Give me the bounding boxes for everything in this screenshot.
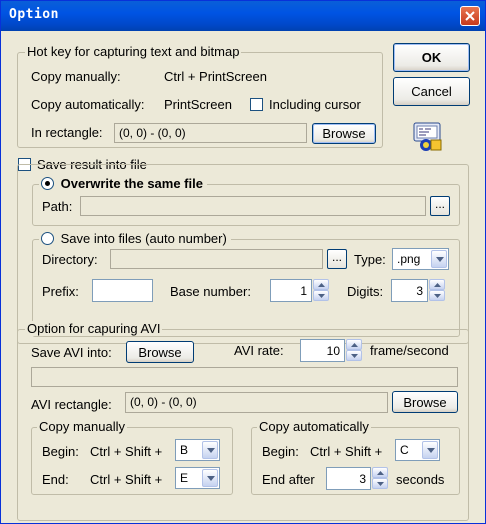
- prefix-input[interactable]: [92, 279, 153, 302]
- auto-begin-key-select[interactable]: C: [395, 439, 440, 461]
- arrow-down-icon: [377, 482, 384, 486]
- manual-end-label: End:: [42, 472, 69, 487]
- auto-number-label[interactable]: Save into files (auto number): [61, 231, 227, 246]
- avi-rate-up[interactable]: [346, 339, 362, 350]
- overwrite-label[interactable]: Overwrite the same file: [61, 176, 203, 191]
- avi-save-browse-button[interactable]: Browse: [126, 341, 194, 363]
- directory-field[interactable]: [110, 249, 323, 269]
- option-dialog: Option Hot key for capturing text and bi…: [0, 0, 486, 524]
- arrow-down-icon: [434, 294, 441, 298]
- manual-begin-dropdown-arrow[interactable]: [202, 441, 218, 459]
- chevron-down-icon: [427, 448, 435, 453]
- directory-browse-button[interactable]: ...: [327, 249, 347, 269]
- save-avi-label: Save AVI into:: [31, 345, 112, 360]
- base-number-input[interactable]: 1: [270, 279, 312, 302]
- avi-rate-unit: frame/second: [370, 343, 449, 358]
- manual-end-key-select[interactable]: E: [175, 467, 220, 489]
- type-select[interactable]: .png: [392, 248, 449, 270]
- chevron-down-icon: [436, 257, 444, 262]
- arrow-up-icon: [377, 471, 384, 475]
- digits-spinner[interactable]: [429, 279, 445, 302]
- auto-end-down[interactable]: [372, 478, 388, 489]
- window-title: Option: [9, 7, 59, 22]
- arrow-down-icon: [318, 294, 325, 298]
- directory-label: Directory:: [42, 252, 98, 267]
- overwrite-radio[interactable]: [41, 177, 54, 190]
- copy-manually-value: Ctrl + PrintScreen: [164, 69, 267, 84]
- auto-begin-mod: Ctrl + Shift +: [310, 444, 383, 459]
- type-dropdown-arrow[interactable]: [431, 250, 447, 268]
- avi-rect-label: AVI rectangle:: [31, 397, 112, 412]
- hotkey-group-caption: Hot key for capturing text and bitmap: [25, 44, 242, 59]
- manual-begin-key-value: B: [180, 443, 189, 457]
- base-number-up[interactable]: [313, 279, 329, 290]
- overwrite-caption: Overwrite the same file: [39, 176, 207, 191]
- chevron-down-icon: [207, 476, 215, 481]
- arrow-up-icon: [318, 283, 325, 287]
- auto-end-label: End after: [262, 472, 315, 487]
- arrow-up-icon: [434, 283, 441, 287]
- avi-rect-browse-button[interactable]: Browse: [392, 391, 458, 413]
- copy-manually-label: Copy manually:: [31, 69, 121, 84]
- avi-rect-field: (0, 0) - (0, 0): [125, 392, 388, 413]
- avi-manual-caption: Copy manually: [37, 419, 127, 434]
- including-cursor-checkbox[interactable]: [250, 98, 263, 111]
- auto-end-spinner[interactable]: [372, 467, 388, 490]
- digits-up[interactable]: [429, 279, 445, 290]
- manual-end-dropdown-arrow[interactable]: [202, 469, 218, 487]
- close-button[interactable]: [460, 6, 480, 26]
- app-icon: [411, 119, 445, 153]
- arrow-up-icon: [351, 343, 358, 347]
- path-field[interactable]: [80, 196, 426, 216]
- manual-end-mod: Ctrl + Shift +: [90, 472, 163, 487]
- auto-end-input[interactable]: 3: [326, 467, 371, 490]
- manual-begin-label: Begin:: [42, 444, 79, 459]
- avi-rate-label: AVI rate:: [234, 343, 284, 358]
- auto-begin-key-value: C: [400, 443, 409, 457]
- manual-begin-mod: Ctrl + Shift +: [90, 444, 163, 459]
- including-cursor-label[interactable]: Including cursor: [269, 97, 361, 112]
- manual-begin-key-select[interactable]: B: [175, 439, 220, 461]
- avi-path-field: [31, 367, 458, 387]
- hotkey-browse-button[interactable]: Browse: [312, 123, 376, 144]
- in-rectangle-label: In rectangle:: [31, 125, 103, 140]
- chevron-down-icon: [207, 448, 215, 453]
- digits-label: Digits:: [347, 284, 384, 299]
- copy-auto-label: Copy automatically:: [31, 97, 145, 112]
- type-select-value: .png: [397, 252, 421, 266]
- auto-number-caption: Save into files (auto number): [39, 231, 231, 246]
- cancel-button[interactable]: Cancel: [393, 77, 470, 106]
- auto-begin-dropdown-arrow[interactable]: [422, 441, 438, 459]
- path-browse-button[interactable]: ...: [430, 196, 450, 216]
- base-number-label: Base number:: [170, 284, 251, 299]
- ok-button[interactable]: OK: [393, 43, 470, 72]
- auto-end-unit: seconds: [396, 472, 445, 487]
- type-label: Type:: [354, 252, 386, 267]
- digits-input[interactable]: 3: [391, 279, 428, 302]
- digits-down[interactable]: [429, 290, 445, 301]
- auto-end-up[interactable]: [372, 467, 388, 478]
- path-label: Path:: [42, 199, 73, 214]
- avi-rate-input[interactable]: 10: [300, 339, 345, 362]
- manual-end-key-value: E: [180, 471, 189, 485]
- avi-auto-caption: Copy automatically: [257, 419, 371, 434]
- base-number-spinner[interactable]: [313, 279, 329, 302]
- arrow-down-icon: [351, 354, 358, 358]
- copy-auto-value: PrintScreen: [164, 97, 232, 112]
- avi-rate-down[interactable]: [346, 350, 362, 361]
- avi-rate-spinner[interactable]: [346, 339, 362, 362]
- close-icon: [465, 11, 475, 21]
- in-rectangle-field: (0, 0) - (0, 0): [114, 123, 307, 143]
- title-bar[interactable]: Option: [1, 1, 485, 31]
- avi-group-caption: Option for capuring AVI: [25, 321, 163, 336]
- prefix-label: Prefix:: [42, 284, 79, 299]
- auto-number-radio[interactable]: [41, 232, 54, 245]
- base-number-down[interactable]: [313, 290, 329, 301]
- auto-begin-label: Begin:: [262, 444, 299, 459]
